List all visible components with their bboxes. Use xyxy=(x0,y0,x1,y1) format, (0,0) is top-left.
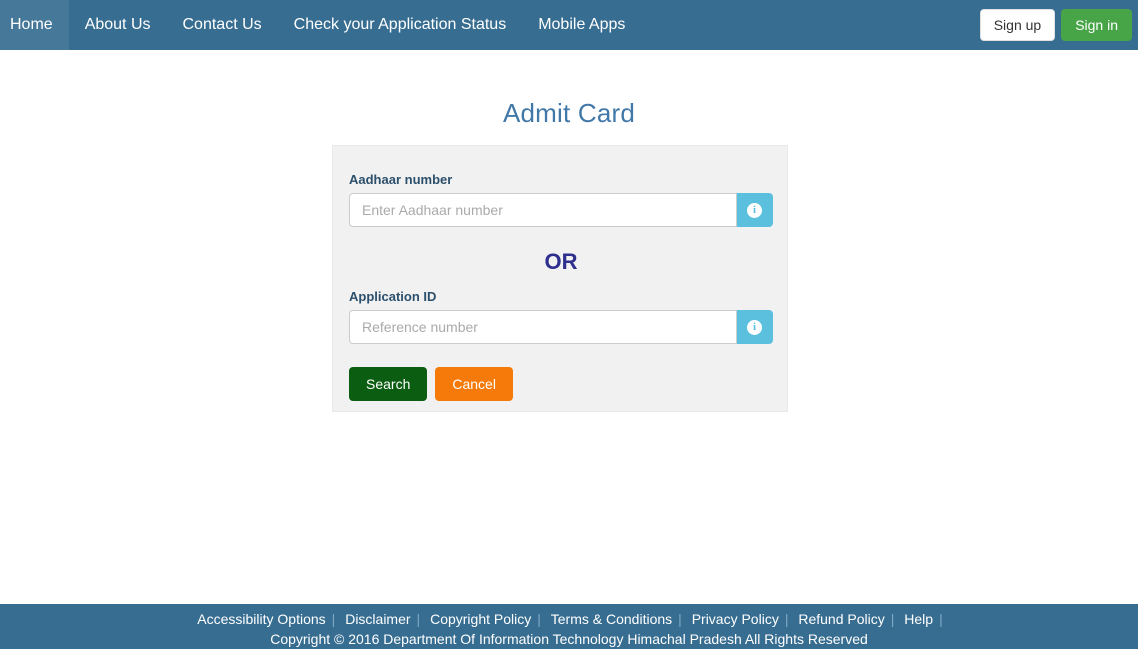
page-title: Admit Card xyxy=(502,98,636,128)
aadhaar-info-button[interactable]: i xyxy=(737,193,773,227)
nav-links-group: Home About Us Contact Us Check your Appl… xyxy=(0,0,641,50)
footer-separator: | xyxy=(331,611,336,627)
form-panel-inner: Aadhaar number i OR Application ID i Sea… xyxy=(333,146,787,402)
footer-separator: | xyxy=(416,611,421,627)
info-circle-icon: i xyxy=(747,319,762,335)
footer-copyright-text: Copyright © 2016 Department Of Informati… xyxy=(270,631,868,647)
sign-in-button[interactable]: Sign in xyxy=(1061,8,1132,42)
application-id-info-button[interactable]: i xyxy=(737,310,773,344)
footer-link-copyright-policy[interactable]: Copyright Policy xyxy=(426,611,535,627)
footer-link-terms-conditions[interactable]: Terms & Conditions xyxy=(547,611,676,627)
nav-link-about-us[interactable]: About Us xyxy=(69,0,167,50)
aadhaar-input-group: i xyxy=(349,193,773,227)
footer-link-disclaimer[interactable]: Disclaimer xyxy=(341,611,414,627)
nav-auth-buttons: Sign up Sign in xyxy=(979,0,1132,50)
cancel-button[interactable]: Cancel xyxy=(435,367,513,402)
application-id-input[interactable] xyxy=(349,310,737,344)
application-id-input-group: i xyxy=(349,310,773,344)
footer-link-accessibility-options[interactable]: Accessibility Options xyxy=(193,611,329,627)
footer-separator: | xyxy=(890,611,895,627)
or-divider-text: OR xyxy=(544,249,578,274)
page-footer: Accessibility Options | Disclaimer | Copyr… xyxy=(0,604,1138,649)
nav-link-mobile-apps[interactable]: Mobile Apps xyxy=(522,0,641,50)
nav-link-contact-us[interactable]: Contact Us xyxy=(167,0,278,50)
footer-link-privacy-policy[interactable]: Privacy Policy xyxy=(688,611,783,627)
footer-separator: | xyxy=(784,611,789,627)
aadhaar-number-input[interactable] xyxy=(349,193,737,227)
nav-link-home[interactable]: Home xyxy=(0,0,69,50)
footer-links-row: Accessibility Options | Disclaimer | Copyr… xyxy=(0,609,1138,629)
top-navigation-bar: Home About Us Contact Us Check your Appl… xyxy=(0,0,1138,50)
info-circle-icon: i xyxy=(747,202,762,218)
footer-separator: | xyxy=(678,611,682,627)
admit-card-form-panel: Aadhaar number i OR Application ID i Sea… xyxy=(332,145,788,412)
aadhaar-number-label: Aadhaar number xyxy=(349,172,453,187)
main-content: Admit Card Aadhaar number i OR Applicati… xyxy=(0,50,1138,604)
form-action-buttons: Search Cancel xyxy=(349,344,771,402)
footer-link-refund-policy[interactable]: Refund Policy xyxy=(794,611,888,627)
footer-separator: | xyxy=(939,611,943,627)
application-id-label: Application ID xyxy=(349,289,437,304)
sign-up-button[interactable]: Sign up xyxy=(979,8,1056,42)
footer-link-help[interactable]: Help xyxy=(900,611,937,627)
search-button[interactable]: Search xyxy=(349,367,428,402)
nav-link-check-application-status[interactable]: Check your Application Status xyxy=(278,0,523,50)
footer-separator: | xyxy=(537,611,541,627)
